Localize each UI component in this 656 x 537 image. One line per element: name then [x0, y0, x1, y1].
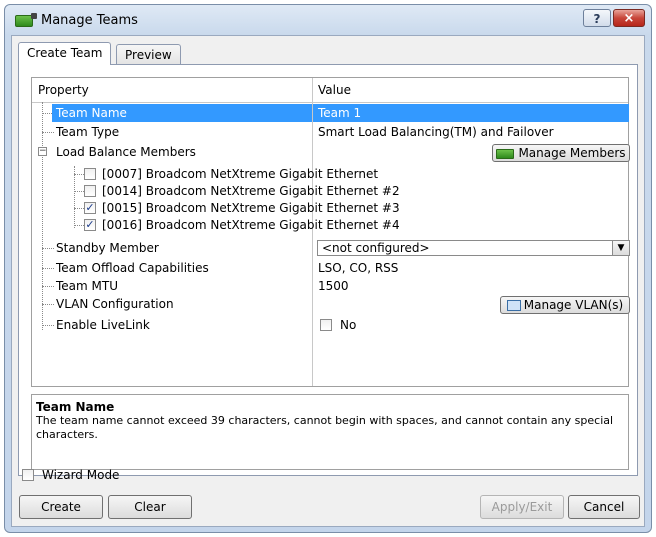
row-member-0007[interactable]: [0007] Broadcom NetXtreme Gigabit Ethern…	[32, 165, 628, 183]
manage-teams-window: Manage Teams ? × Create Team Preview Pro…	[4, 4, 652, 533]
row-team-offload[interactable]: Team Offload Capabilities LSO, CO, RSS	[32, 259, 628, 277]
description-title: Team Name	[36, 400, 115, 414]
clear-button[interactable]: Clear	[108, 495, 192, 519]
apply-exit-button: Apply/Exit	[480, 495, 564, 519]
row-member-0015[interactable]: ✓ [0015] Broadcom NetXtreme Gigabit Ethe…	[32, 199, 628, 217]
manage-vlans-button[interactable]: Manage VLAN(s)	[500, 296, 630, 314]
team-mtu-label: Team MTU	[56, 279, 118, 293]
row-member-0014[interactable]: [0014] Broadcom NetXtreme Gigabit Ethern…	[32, 182, 628, 200]
window-title: Manage Teams	[41, 13, 138, 28]
row-team-name[interactable]: Team Name Team 1	[32, 104, 629, 122]
help-button[interactable]: ?	[583, 9, 611, 27]
tab-preview[interactable]: Preview	[116, 44, 181, 64]
row-team-mtu[interactable]: Team MTU 1500	[32, 277, 628, 295]
wizard-mode-checkbox[interactable]	[22, 469, 34, 481]
livelink-value: No	[340, 318, 357, 332]
tab-create-team[interactable]: Create Team	[18, 42, 112, 65]
manage-members-label: Manage Members	[518, 146, 626, 160]
row-enable-livelink[interactable]: Enable LiveLink No	[32, 316, 628, 334]
create-button[interactable]: Create	[19, 495, 103, 519]
network-adapter-icon	[496, 148, 515, 159]
description-text: The team name cannot exceed 39 character…	[36, 414, 614, 441]
member-checkbox[interactable]	[84, 185, 96, 197]
tree-line	[74, 174, 84, 175]
tree-line	[42, 132, 54, 133]
property-grid: Property Value Team Name Team 1 Team Typ…	[31, 77, 630, 387]
vlan-configuration-label: VLAN Configuration	[56, 297, 174, 311]
team-offload-label: Team Offload Capabilities	[56, 261, 209, 275]
standby-member-value: <not configured>	[322, 241, 430, 255]
team-app-icon	[15, 13, 37, 27]
dialog-client-area: Create Team Preview Property Value Team …	[11, 35, 645, 527]
standby-member-dropdown[interactable]: <not configured> ▼	[317, 240, 630, 256]
load-balance-members-label: Load Balance Members	[56, 145, 196, 159]
member-label: [0015] Broadcom NetXtreme Gigabit Ethern…	[102, 201, 400, 215]
team-mtu-value[interactable]: 1500	[318, 279, 349, 293]
create-team-panel: Property Value Team Name Team 1 Team Typ…	[18, 64, 638, 476]
row-load-balance-members[interactable]: − Load Balance Members Manage Members	[32, 143, 630, 163]
grid-header: Property Value	[32, 78, 628, 103]
member-checkbox-checked[interactable]: ✓	[84, 202, 96, 214]
member-label: [0016] Broadcom NetXtreme Gigabit Ethern…	[102, 218, 400, 232]
member-checkbox-checked[interactable]: ✓	[84, 219, 96, 231]
standby-member-label: Standby Member	[56, 241, 159, 255]
row-member-0016[interactable]: ✓ [0016] Broadcom NetXtreme Gigabit Ethe…	[32, 216, 628, 234]
row-standby-member[interactable]: Standby Member <not configured> ▼	[32, 239, 630, 257]
manage-members-button[interactable]: Manage Members	[492, 144, 630, 162]
wizard-mode-label[interactable]: Wizard Mode	[42, 468, 119, 482]
cancel-button[interactable]: Cancel	[568, 495, 640, 519]
tree-line	[42, 268, 54, 269]
property-column-header[interactable]: Property	[38, 83, 89, 97]
tree-line	[42, 248, 54, 249]
row-vlan-configuration[interactable]: VLAN Configuration Manage VLAN(s)	[32, 295, 630, 315]
team-type-label: Team Type	[56, 125, 120, 139]
tree-line	[42, 325, 54, 326]
team-offload-value: LSO, CO, RSS	[318, 261, 399, 275]
row-team-type[interactable]: Team Type Smart Load Balancing(TM) and F…	[32, 123, 628, 141]
member-label: [0007] Broadcom NetXtreme Gigabit Ethern…	[102, 167, 379, 181]
livelink-checkbox[interactable]	[320, 319, 332, 331]
tree-line	[74, 225, 84, 226]
member-label: [0014] Broadcom NetXtreme Gigabit Ethern…	[102, 184, 400, 198]
property-description-box: Team Name The team name cannot exceed 39…	[31, 394, 629, 470]
manage-vlans-label: Manage VLAN(s)	[523, 298, 624, 312]
team-name-value[interactable]: Team 1	[318, 106, 361, 120]
member-checkbox[interactable]	[84, 168, 96, 180]
enable-livelink-label: Enable LiveLink	[56, 318, 150, 332]
team-name-label: Team Name	[56, 106, 127, 120]
team-type-value[interactable]: Smart Load Balancing(TM) and Failover	[318, 125, 554, 139]
dropdown-arrow-icon[interactable]: ▼	[612, 241, 629, 255]
tree-line	[74, 191, 84, 192]
vlan-network-icon	[506, 300, 521, 311]
tree-line	[42, 286, 54, 287]
tree-line	[42, 304, 54, 305]
value-column-header[interactable]: Value	[318, 83, 351, 97]
tree-line	[74, 208, 84, 209]
collapse-icon[interactable]: −	[38, 147, 47, 156]
close-button[interactable]: ×	[613, 9, 645, 27]
title-bar[interactable]: Manage Teams ? ×	[5, 5, 651, 35]
